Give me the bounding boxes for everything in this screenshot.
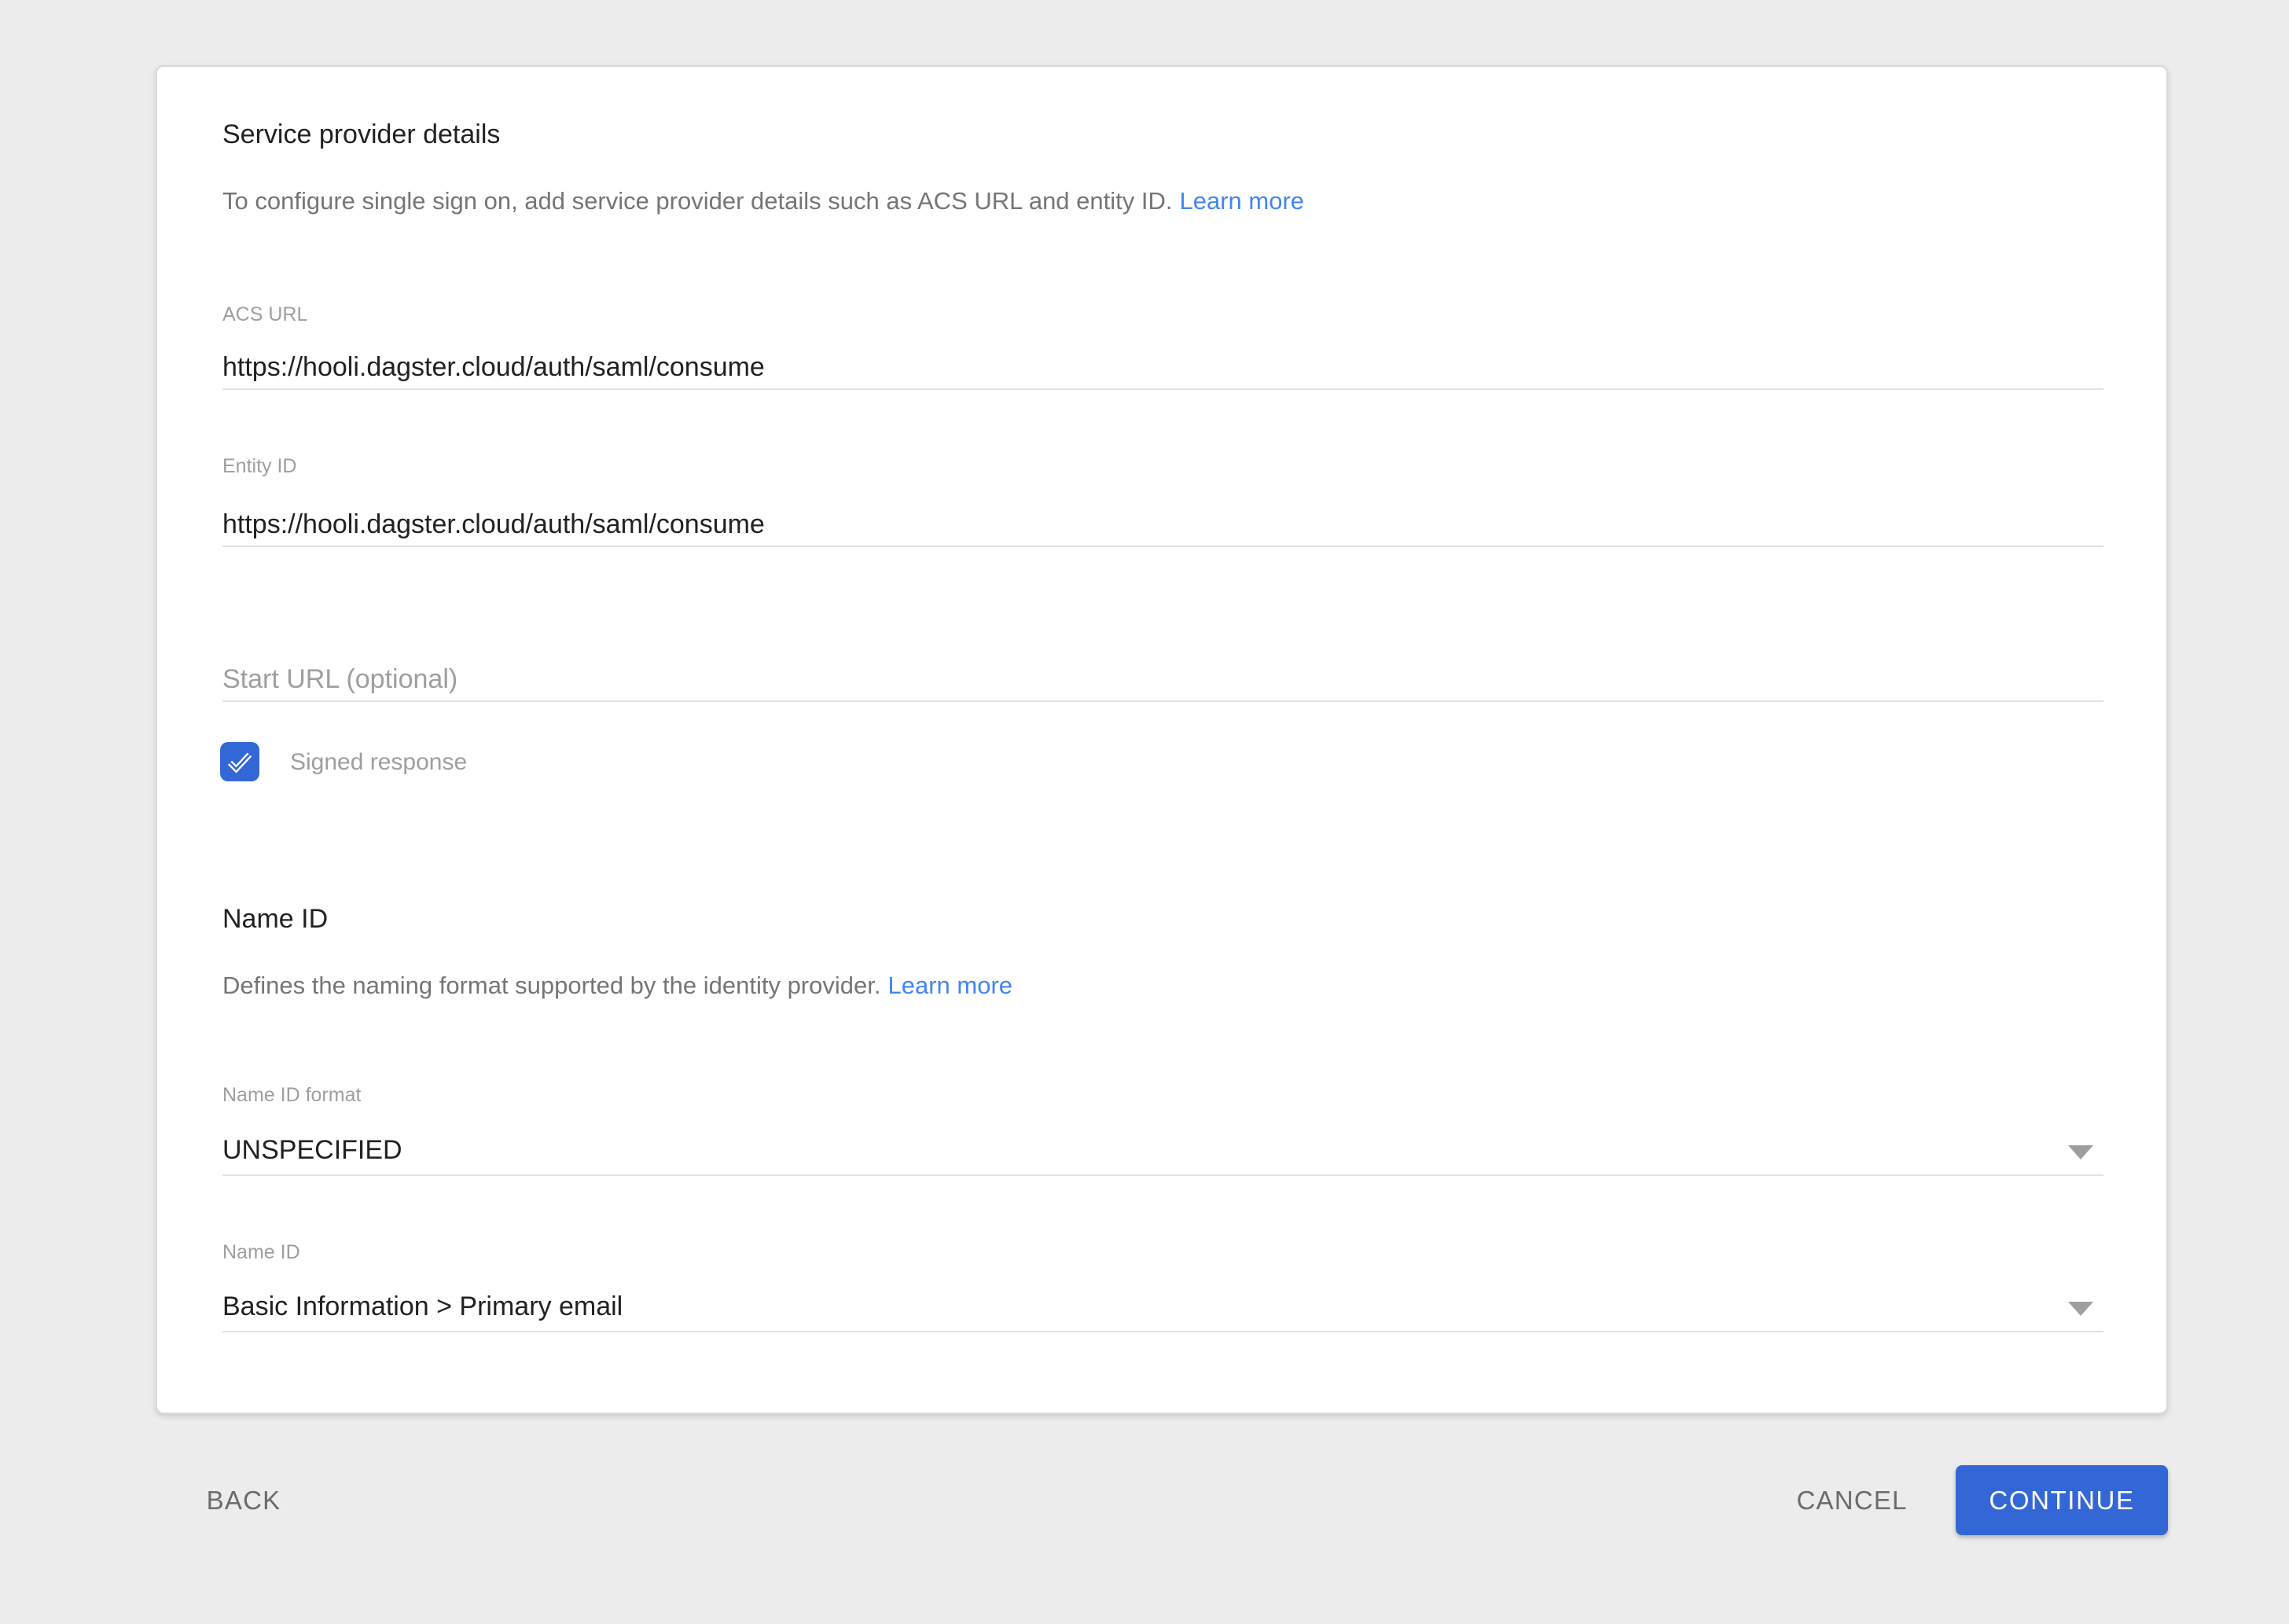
page-title: Service provider details [222, 117, 500, 152]
intro-text-body: To configure single sign on, add service… [222, 187, 1173, 215]
entity-id-input[interactable] [222, 503, 2103, 547]
back-button[interactable]: BACK [189, 1465, 299, 1535]
name-id-mapping-value: Basic Information > Primary email [222, 1289, 623, 1324]
name-id-format-value: UNSPECIFIED [222, 1133, 402, 1167]
name-id-mapping-label: Name ID [222, 1240, 300, 1264]
learn-more-link[interactable]: Learn more [1180, 187, 1305, 215]
cancel-button[interactable]: CANCEL [1773, 1465, 1931, 1535]
name-id-learn-more-link[interactable]: Learn more [887, 972, 1012, 999]
name-id-mapping-select[interactable]: Basic Information > Primary email [222, 1289, 2103, 1332]
signed-response-label: Signed response [290, 748, 467, 777]
intro-text: To configure single sign on, add service… [222, 185, 1304, 218]
name-id-format-select[interactable]: UNSPECIFIED [222, 1133, 2103, 1176]
chevron-down-icon [2068, 1145, 2093, 1159]
entity-id-label: Entity ID [222, 454, 296, 478]
name-id-intro-text: Defines the naming format supported by t… [222, 969, 1012, 1002]
name-id-intro-body: Defines the naming format supported by t… [222, 972, 880, 999]
start-url-input[interactable] [222, 658, 2103, 702]
name-id-format-label: Name ID format [222, 1083, 361, 1107]
name-id-heading: Name ID [222, 902, 328, 936]
chevron-down-icon [2068, 1302, 2093, 1316]
acs-url-input[interactable] [222, 346, 2103, 390]
acs-url-label: ACS URL [222, 303, 307, 326]
service-provider-details-card: Service provider details To configure si… [156, 65, 2168, 1414]
continue-button[interactable]: CONTINUE [1956, 1465, 2168, 1535]
signed-response-checkbox[interactable] [220, 742, 259, 781]
